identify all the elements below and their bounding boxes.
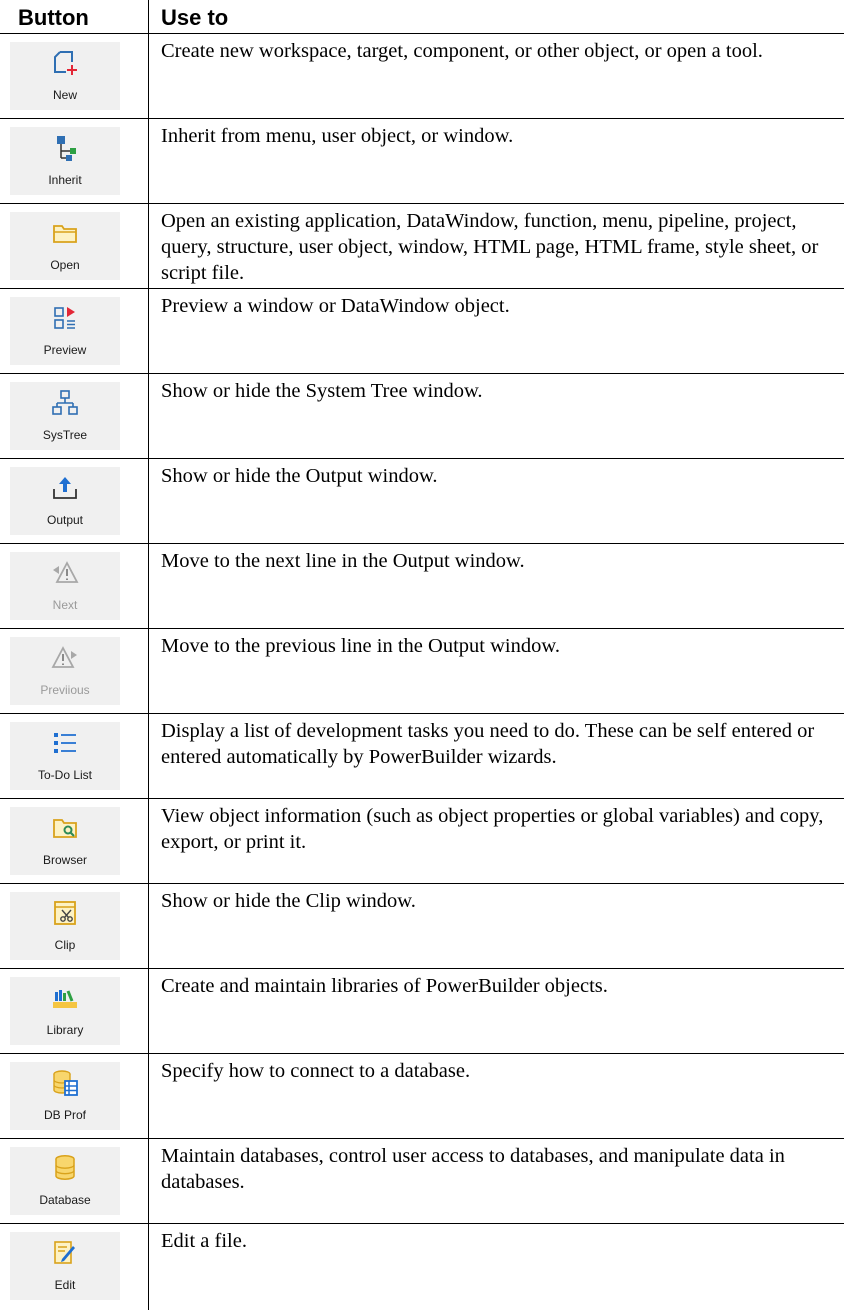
browser-button[interactable]: Browser [10,807,120,875]
button-label: Clip [54,938,76,952]
output-icon [53,477,77,499]
edit-icon [54,1241,75,1264]
header-divider [148,0,149,33]
button-description: Show or hide the Clip window. [161,890,416,912]
table-row: Previious Move to the previous line in t… [0,629,844,714]
table-row: SysTree Show or hide the System Tree win… [0,374,844,459]
db-profile-icon [53,1070,78,1096]
table-row: New Create new workspace, target, compon… [0,34,844,119]
inherit-button[interactable]: Inherit [10,127,120,195]
database-icon [55,1155,75,1180]
table-body: New Create new workspace, target, compon… [0,34,844,1310]
database-button[interactable]: Database [10,1147,120,1215]
button-description: Display a list of development tasks you … [161,720,815,768]
new-icon [54,51,77,75]
button-description: Maintain databases, control user access … [161,1145,785,1193]
new-button[interactable]: New [10,42,120,110]
table-header: Button Use to [0,0,844,33]
table-row: Output Show or hide the Output window. [0,459,844,544]
toolbar-buttons-table: Button Use to New Create new workspace, … [0,0,844,1315]
button-label: Browser [42,853,87,867]
table-row: Library Create and maintain libraries of… [0,969,844,1054]
button-label: Inherit [48,173,82,187]
open-button[interactable]: Open [10,212,120,280]
preview-button[interactable]: Preview [10,297,120,365]
output-button[interactable]: Output [10,467,120,535]
button-description: Preview a window or DataWindow object. [161,295,510,317]
button-description: Show or hide the Output window. [161,465,438,487]
previous-warning-icon [51,646,77,668]
table-row: DB Prof Specify how to connect to a data… [0,1054,844,1139]
table-row: Browser View object information (such as… [0,799,844,884]
button-description: Create and maintain libraries of PowerBu… [161,975,608,997]
button-label: Library [46,1023,84,1037]
db-profile-button[interactable]: DB Prof [10,1062,120,1130]
library-button[interactable]: Library [10,977,120,1045]
column-header-use-to: Use to [161,5,229,30]
button-description: Move to the previous line in the Output … [161,635,560,657]
button-description: View object information (such as object … [161,805,824,853]
table-row: Preview Preview a window or DataWindow o… [0,289,844,374]
table-row: Next Move to the next line in the Output… [0,544,844,629]
table-row: Clip Show or hide the Clip window. [0,884,844,969]
library-icon [53,990,77,1008]
preview-icon [54,307,75,329]
button-label: Edit [54,1278,76,1292]
button-description: Specify how to connect to a database. [161,1060,471,1082]
previous-button[interactable]: Previious [10,637,120,705]
clip-button[interactable]: Clip [10,892,120,960]
open-folder-icon [53,225,77,243]
table-row: Edit Edit a file. [0,1224,844,1310]
browser-icon [53,819,77,838]
next-warning-icon [53,561,79,583]
button-label: Output [46,513,84,527]
next-button[interactable]: Next [10,552,120,620]
button-label: DB Prof [43,1108,86,1122]
table-row: Open Open an existing application, DataW… [0,204,844,289]
table-row: To-Do List Display a list of development… [0,714,844,799]
button-description: Inherit from menu, user object, or windo… [161,125,514,147]
systree-button[interactable]: SysTree [10,382,120,450]
edit-button[interactable]: Edit [10,1232,120,1300]
clip-icon [54,901,76,925]
button-label: SysTree [42,428,88,442]
button-description: Edit a file. [161,1230,247,1252]
todo-list-button[interactable]: To-Do List [10,722,120,790]
button-label: To-Do List [37,768,93,782]
table-row: Database Maintain databases, control use… [0,1139,844,1224]
system-tree-icon [52,390,78,415]
inherit-icon [57,136,76,161]
button-label: Next [52,598,78,612]
column-header-button: Button [18,5,89,30]
button-description: Create new workspace, target, component,… [161,40,763,62]
button-label: Previious [40,683,90,697]
button-label: Open [50,258,80,272]
todo-list-icon [54,733,76,753]
button-description: Show or hide the System Tree window. [161,380,483,402]
button-label: Preview [43,343,87,357]
button-description: Move to the next line in the Output wind… [161,550,525,572]
button-description: Open an existing application, DataWindow… [161,210,819,284]
button-label: New [52,88,77,102]
table-row: Inherit Inherit from menu, user object, … [0,119,844,204]
button-label: Database [39,1193,91,1207]
